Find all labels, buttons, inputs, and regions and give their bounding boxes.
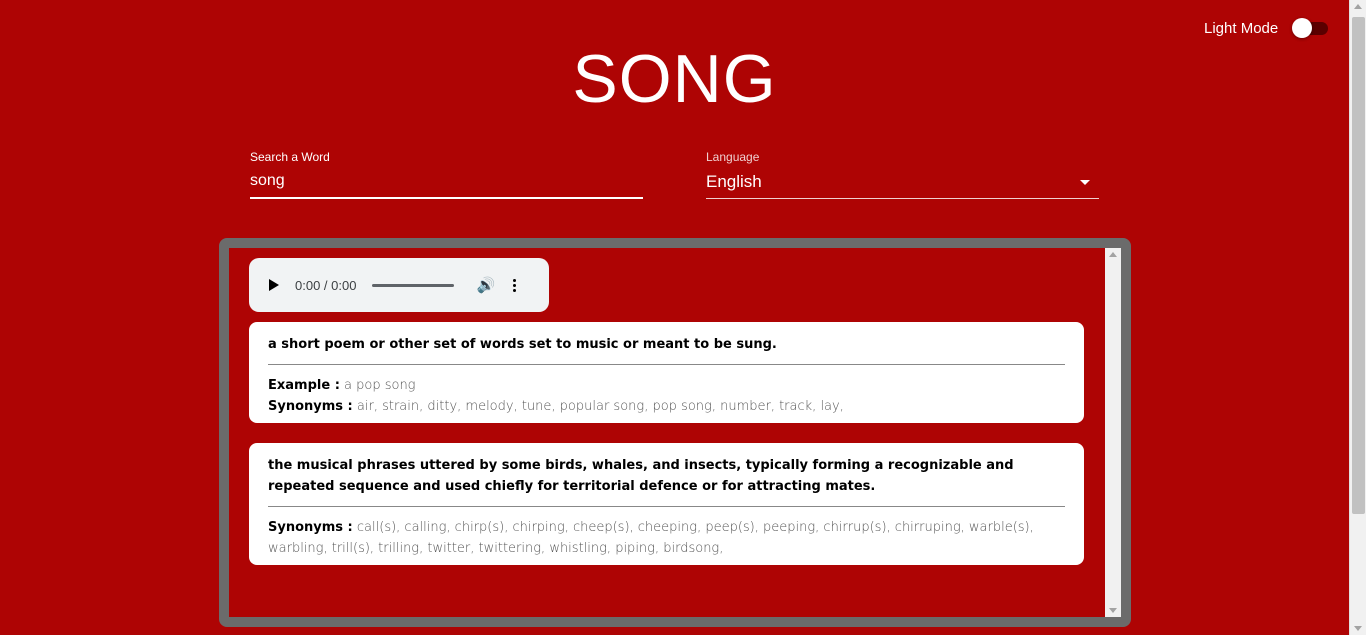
synonyms-row: Synonyms : air, strain, ditty, melody, t…: [268, 396, 1065, 417]
audio-player: 0:00 / 0:00 🔊: [249, 258, 549, 312]
synonyms-text: call(s), calling, chirp(s), chirping, ch…: [268, 520, 1034, 556]
language-select[interactable]: English: [706, 170, 1099, 199]
example-text: a pop song: [344, 378, 416, 393]
scroll-down-arrow-icon[interactable]: [1354, 626, 1362, 631]
audio-time: 0:00 / 0:00: [295, 277, 357, 293]
divider: [268, 364, 1065, 365]
theme-toggle[interactable]: Light Mode: [1204, 18, 1329, 38]
more-options-icon[interactable]: [513, 278, 517, 292]
example-label: Example :: [268, 378, 340, 393]
scroll-down-arrow-icon[interactable]: [1109, 608, 1117, 613]
language-label: Language: [706, 150, 760, 164]
volume-icon[interactable]: 🔊: [476, 278, 495, 293]
panel-scrollbar[interactable]: [1105, 248, 1121, 617]
switch-knob[interactable]: [1292, 18, 1313, 38]
light-mode-switch[interactable]: [1292, 18, 1329, 38]
synonyms-label: Synonyms :: [268, 520, 353, 535]
search-label: Search a Word: [250, 150, 330, 164]
audio-progress-bar[interactable]: [372, 283, 455, 287]
scrollbar-thumb[interactable]: [1352, 17, 1365, 514]
definitions-panel: 0:00 / 0:00 🔊 a short poem or other set …: [219, 238, 1131, 627]
page-scrollbar[interactable]: [1349, 0, 1366, 635]
definition-card: a short poem or other set of words set t…: [249, 322, 1084, 423]
synonyms-text: air, strain, ditty, melody, tune, popula…: [356, 399, 844, 414]
example-row: Example : a pop song: [268, 375, 1065, 396]
search-input[interactable]: [250, 170, 643, 199]
search-field: Search a Word: [250, 150, 643, 199]
chevron-down-icon[interactable]: [1080, 179, 1090, 185]
definition-card: the musical phrases uttered by some bird…: [249, 443, 1084, 565]
divider: [268, 506, 1065, 507]
synonyms-label: Synonyms :: [268, 399, 353, 414]
scroll-up-arrow-icon[interactable]: [1109, 252, 1117, 257]
language-field: Language English: [706, 150, 1099, 199]
synonyms-row: Synonyms : call(s), calling, chirp(s), c…: [268, 517, 1065, 559]
language-selected-value: English: [706, 172, 762, 191]
scroll-up-arrow-icon[interactable]: [1354, 4, 1362, 9]
definition-text: the musical phrases uttered by some bird…: [268, 458, 1014, 494]
definition-text: a short poem or other set of words set t…: [268, 337, 777, 352]
word-title: SONG: [572, 41, 777, 117]
theme-toggle-label: Light Mode: [1204, 19, 1279, 37]
play-icon[interactable]: [269, 279, 279, 291]
